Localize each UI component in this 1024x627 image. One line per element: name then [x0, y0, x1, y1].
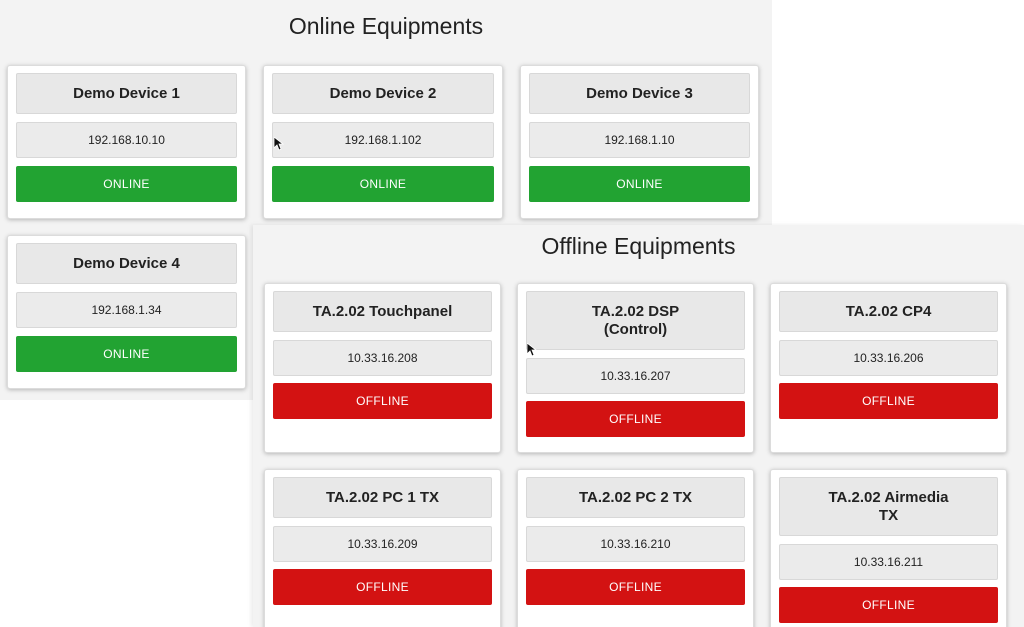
device-ip: 192.168.10.10 [16, 122, 237, 158]
device-card-demo-4: Demo Device 4 192.168.1.34 ONLINE [7, 235, 246, 389]
device-status-button[interactable]: OFFLINE [526, 569, 745, 605]
device-status-button[interactable]: ONLINE [272, 166, 494, 202]
device-ip: 192.168.1.34 [16, 292, 237, 328]
device-name: TA.2.02 PC 2 TX [526, 477, 745, 518]
device-status-button[interactable]: ONLINE [16, 166, 237, 202]
device-ip: 10.33.16.208 [273, 340, 492, 376]
device-card-airmedia-tx: TA.2.02 Airmedia TX 10.33.16.211 OFFLINE [770, 469, 1007, 627]
device-name: TA.2.02 Airmedia TX [779, 477, 998, 536]
device-name: Demo Device 4 [16, 243, 237, 284]
device-card-pc2-tx: TA.2.02 PC 2 TX 10.33.16.210 OFFLINE [517, 469, 754, 627]
device-status-button[interactable]: ONLINE [529, 166, 750, 202]
device-card-pc1-tx: TA.2.02 PC 1 TX 10.33.16.209 OFFLINE [264, 469, 501, 627]
device-status-button[interactable]: OFFLINE [273, 569, 492, 605]
screen: Online Equipments Demo Device 1 192.168.… [0, 0, 1024, 627]
device-ip: 192.168.1.102 [272, 122, 494, 158]
device-card-dsp: TA.2.02 DSP (Control) 10.33.16.207 OFFLI… [517, 283, 754, 453]
device-status-button[interactable]: OFFLINE [273, 383, 492, 419]
device-status-button[interactable]: OFFLINE [779, 587, 998, 623]
device-name: Demo Device 3 [529, 73, 750, 114]
device-status-button[interactable]: OFFLINE [779, 383, 998, 419]
device-ip: 10.33.16.207 [526, 358, 745, 394]
device-ip: 192.168.1.10 [529, 122, 750, 158]
device-card-cp4: TA.2.02 CP4 10.33.16.206 OFFLINE [770, 283, 1007, 453]
device-name: TA.2.02 DSP (Control) [526, 291, 745, 350]
device-name: TA.2.02 Touchpanel [273, 291, 492, 332]
device-card-touchpanel: TA.2.02 Touchpanel 10.33.16.208 OFFLINE [264, 283, 501, 453]
device-card-demo-3: Demo Device 3 192.168.1.10 ONLINE [520, 65, 759, 219]
offline-section-title: Offline Equipments [541, 233, 736, 259]
device-name: Demo Device 1 [16, 73, 237, 114]
device-name: TA.2.02 CP4 [779, 291, 998, 332]
device-status-button[interactable]: OFFLINE [526, 401, 745, 437]
device-card-demo-2: Demo Device 2 192.168.1.102 ONLINE [263, 65, 503, 219]
device-name: Demo Device 2 [272, 73, 494, 114]
device-card-demo-1: Demo Device 1 192.168.10.10 ONLINE [7, 65, 246, 219]
device-name: TA.2.02 PC 1 TX [273, 477, 492, 518]
device-ip: 10.33.16.206 [779, 340, 998, 376]
device-status-button[interactable]: ONLINE [16, 336, 237, 372]
device-ip: 10.33.16.210 [526, 526, 745, 562]
online-section-title: Online Equipments [288, 13, 484, 39]
device-ip: 10.33.16.209 [273, 526, 492, 562]
device-ip: 10.33.16.211 [779, 544, 998, 580]
